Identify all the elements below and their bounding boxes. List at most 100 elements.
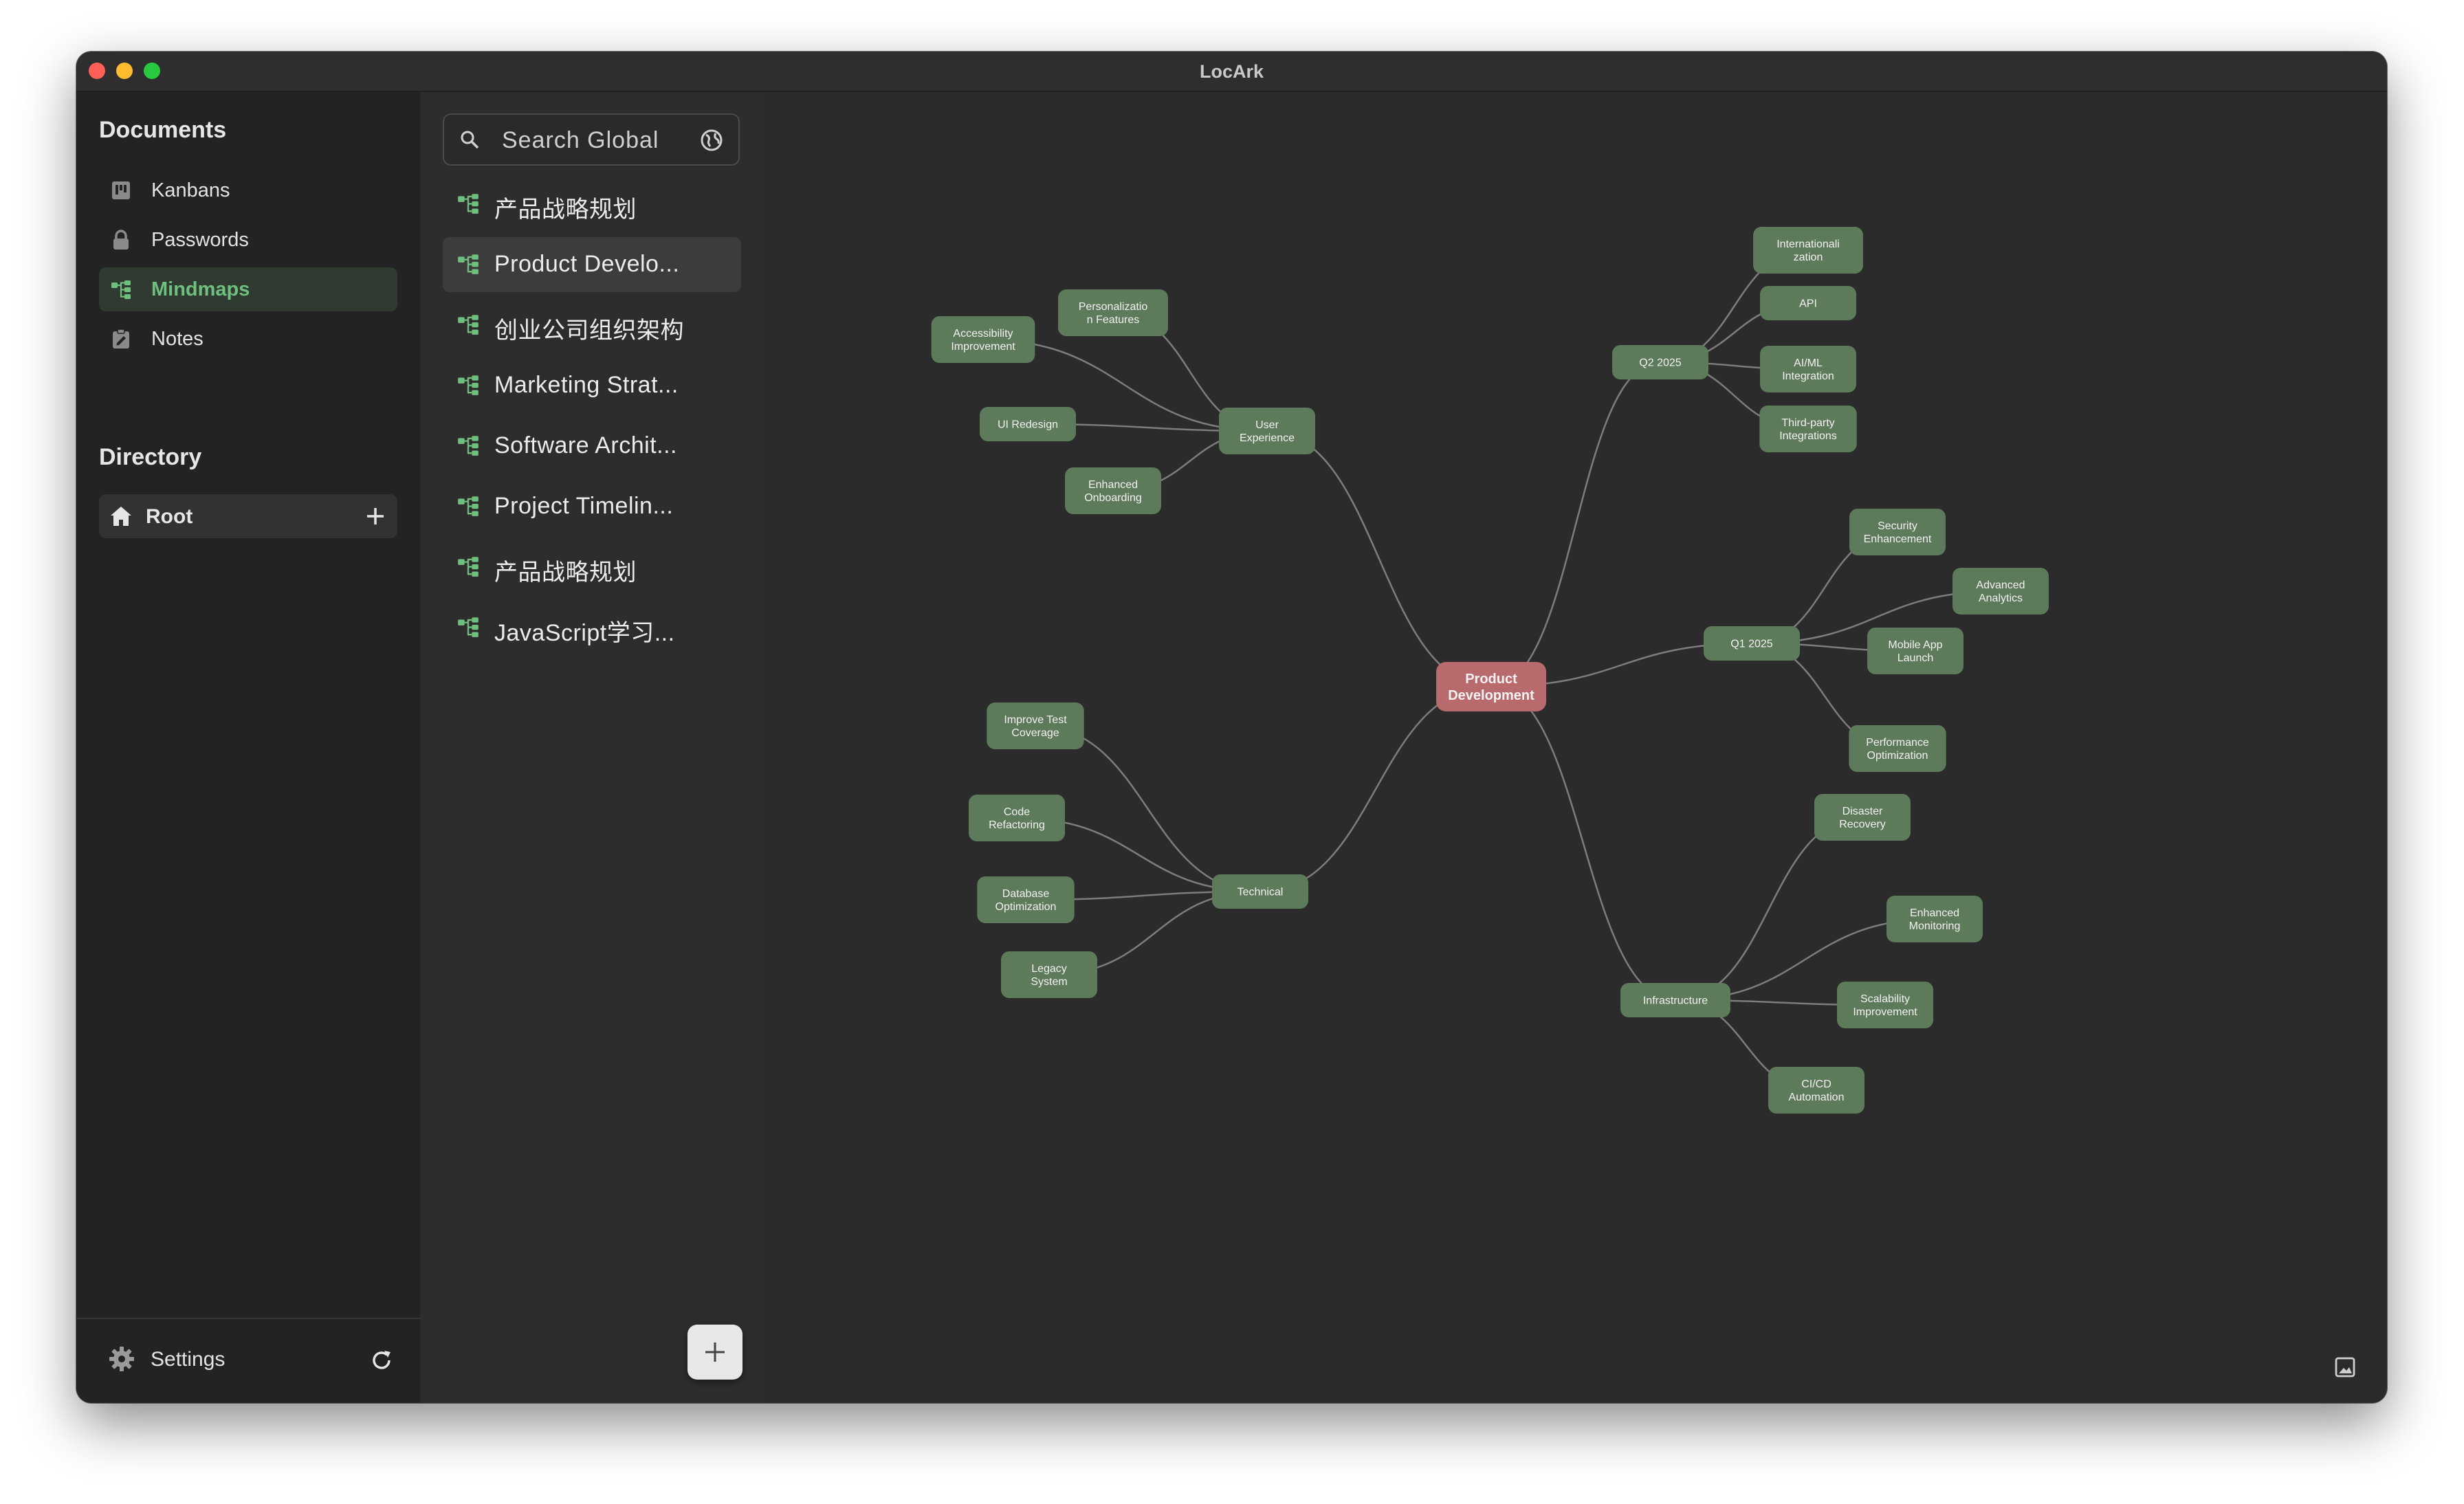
sidebar-item-label: Passwords bbox=[151, 229, 249, 251]
mindmap-node-label: Development bbox=[1448, 688, 1534, 703]
mindmap-node[interactable]: UserExperience bbox=[1219, 408, 1315, 454]
add-folder-button[interactable] bbox=[364, 505, 386, 527]
mindmap-node-label: Experience bbox=[1240, 432, 1295, 444]
document-list-item-label: 产品战略规划 bbox=[494, 560, 637, 586]
mindmap-node[interactable]: DatabaseOptimization bbox=[977, 876, 1075, 923]
mindmap-node-label: Mobile App bbox=[1888, 639, 1942, 651]
mindmap-node[interactable]: EnhancedMonitoring bbox=[1886, 896, 1983, 942]
mindmap-node-label: Onboarding bbox=[1084, 492, 1142, 504]
sidebar-item-label: Notes bbox=[151, 328, 204, 350]
mindmap-canvas[interactable]: User Experience Accessibility Improvement Pe… bbox=[764, 92, 2387, 1403]
mindmap-node[interactable]: Q2 2025 bbox=[1612, 345, 1708, 379]
mindmap-node-label: Optimization bbox=[996, 901, 1057, 913]
sidebar-item-mindmaps[interactable]: Mindmaps bbox=[99, 267, 397, 311]
document-list-item-label: Project Timelin... bbox=[494, 493, 674, 519]
gear-icon[interactable] bbox=[108, 1345, 135, 1373]
mindmap-node[interactable]: Mobile AppLaunch bbox=[1867, 628, 1964, 674]
mindmap-icon bbox=[458, 315, 478, 335]
mindmap-node-label: n Features bbox=[1087, 314, 1139, 326]
mindmap-node-label: Optimization bbox=[1867, 750, 1928, 762]
mindmap-icon bbox=[458, 557, 478, 577]
mindmap-icon bbox=[458, 436, 478, 456]
mindmap-node-label: Scalability bbox=[1860, 993, 1910, 1005]
mindmap-node-label: Legacy bbox=[1031, 963, 1067, 975]
mindmap-node[interactable]: Disaster Recovery bbox=[1814, 794, 1911, 841]
mindmap-node[interactable]: Technical bbox=[1212, 874, 1308, 909]
mindmap-node-label: Coverage bbox=[1011, 727, 1059, 739]
mindmap-node[interactable]: Improve TestCoverage bbox=[987, 703, 1084, 749]
mindmap-node-label: Security bbox=[1878, 520, 1917, 532]
document-list-item[interactable]: 创业公司组织架构 bbox=[443, 298, 741, 353]
mindmap-node[interactable]: Third-partyIntegrations bbox=[1759, 406, 1857, 452]
mindmap-node-label: Third-party bbox=[1781, 417, 1834, 429]
mindmap-node[interactable]: Q1 2025 bbox=[1704, 626, 1800, 661]
window-title: LocArk bbox=[1199, 61, 1264, 82]
mindmap-node-label: Integrations bbox=[1779, 430, 1837, 442]
document-list-item[interactable]: 产品战略规划 bbox=[443, 177, 741, 232]
mindmap-node-label: zation bbox=[1794, 252, 1823, 263]
mindmap-node-label: CI/CD bbox=[1801, 1079, 1832, 1090]
document-list-item-label: Software Archit... bbox=[494, 432, 677, 458]
settings-label[interactable]: Settings bbox=[151, 1348, 225, 1371]
mindmap-node-label: Integration bbox=[1782, 371, 1834, 382]
mindmap-node-label: Infrastructure bbox=[1643, 995, 1708, 1007]
mindmap-node-label: Disaster bbox=[1842, 806, 1883, 817]
mindmap-node[interactable]: LegacySystem bbox=[1001, 951, 1097, 998]
sidebar-item-label: Mindmaps bbox=[151, 278, 250, 300]
mindmap-node[interactable]: EnhancedOnboarding bbox=[1065, 467, 1161, 514]
mindmap-icon bbox=[458, 254, 478, 274]
directory-root[interactable]: Root bbox=[99, 494, 397, 538]
search-input[interactable] bbox=[500, 123, 696, 157]
document-list-item-label: JavaScript学习... bbox=[494, 620, 675, 646]
mindmap-node[interactable]: AI/ML Integration bbox=[1760, 346, 1856, 392]
mindmap-node-label: Q2 2025 bbox=[1639, 357, 1681, 369]
mindmap-edge-tech bbox=[1260, 685, 1492, 893]
directory-root-label: Root bbox=[146, 505, 193, 528]
mindmap-node[interactable]: SecurityEnhancement bbox=[1849, 509, 1946, 555]
mindmap-node-label: Code bbox=[1004, 806, 1030, 818]
lock-icon bbox=[113, 230, 129, 250]
document-list-item[interactable]: Marketing Strat... bbox=[443, 358, 741, 413]
mindmap-node[interactable]: Advanced Analytics bbox=[1952, 568, 2049, 615]
refresh-icon[interactable] bbox=[369, 1348, 394, 1373]
mindmap-node[interactable]: CI/CD Automation bbox=[1768, 1067, 1864, 1114]
mindmap-node-label: Enhanced bbox=[1088, 479, 1138, 491]
document-list-item-label: Product Develo... bbox=[494, 251, 680, 277]
mindmap-node-label: API bbox=[1799, 298, 1817, 310]
mindmap-node-label: Technical bbox=[1238, 887, 1284, 898]
mindmap-node[interactable]: ScalabilityImprovement bbox=[1837, 982, 1933, 1028]
mindmap-node[interactable]: UI Redesign bbox=[980, 407, 1076, 441]
mindmap-node[interactable]: CodeRefactoring bbox=[969, 795, 1065, 841]
mindmap-node[interactable]: Personalization Features bbox=[1058, 289, 1168, 336]
mindmap[interactable]: UserExperience AccessibilityImprovement Pe… bbox=[764, 92, 2387, 1403]
mindmap-root-node[interactable]: ProductDevelopment bbox=[1436, 662, 1546, 711]
mindmap-node-label: Automation bbox=[1789, 1092, 1845, 1103]
mindmap-node-label: Product bbox=[1465, 672, 1517, 687]
search-box[interactable] bbox=[443, 113, 740, 166]
sidebar-item-passwords[interactable]: Passwords bbox=[99, 218, 397, 262]
mindmap-edge-q2 bbox=[1490, 361, 1661, 688]
globe-icon[interactable] bbox=[700, 129, 723, 152]
notes-icon bbox=[113, 329, 129, 349]
mindmap-node[interactable]: API bbox=[1760, 286, 1856, 320]
add-document-button[interactable] bbox=[688, 1325, 742, 1380]
mindmap-node-label: Improvement bbox=[951, 341, 1015, 353]
document-list-item[interactable]: JavaScript学习... bbox=[443, 600, 741, 655]
mindmap-node[interactable]: Infrastructure bbox=[1620, 983, 1730, 1017]
mindmap-edge-t1 bbox=[1035, 725, 1261, 893]
mindmap-node[interactable]: PerformanceOptimization bbox=[1849, 725, 1946, 772]
mindmap-node[interactable]: AccessibilityImprovement bbox=[931, 316, 1035, 363]
mindmap-icon bbox=[458, 617, 478, 637]
document-list-item[interactable]: Project Timelin... bbox=[443, 479, 741, 534]
export-image-icon[interactable] bbox=[2333, 1356, 2357, 1379]
document-list-item[interactable]: Software Archit... bbox=[443, 419, 741, 474]
mindmap-node[interactable]: Internationali zation bbox=[1753, 227, 1863, 274]
sidebar-item-notes[interactable]: Notes bbox=[99, 317, 397, 361]
plus-icon bbox=[705, 1342, 725, 1362]
document-list-item-label: 产品战略规划 bbox=[494, 197, 637, 223]
sidebar-item-kanbans[interactable]: Kanbans bbox=[99, 168, 397, 212]
mindmap-edge-ux bbox=[1266, 430, 1492, 688]
document-list-item[interactable]: 产品战略规划 bbox=[443, 540, 741, 595]
mindmap-node-label: UI Redesign bbox=[998, 419, 1058, 431]
document-list-item[interactable]: Product Develo... bbox=[443, 237, 741, 292]
